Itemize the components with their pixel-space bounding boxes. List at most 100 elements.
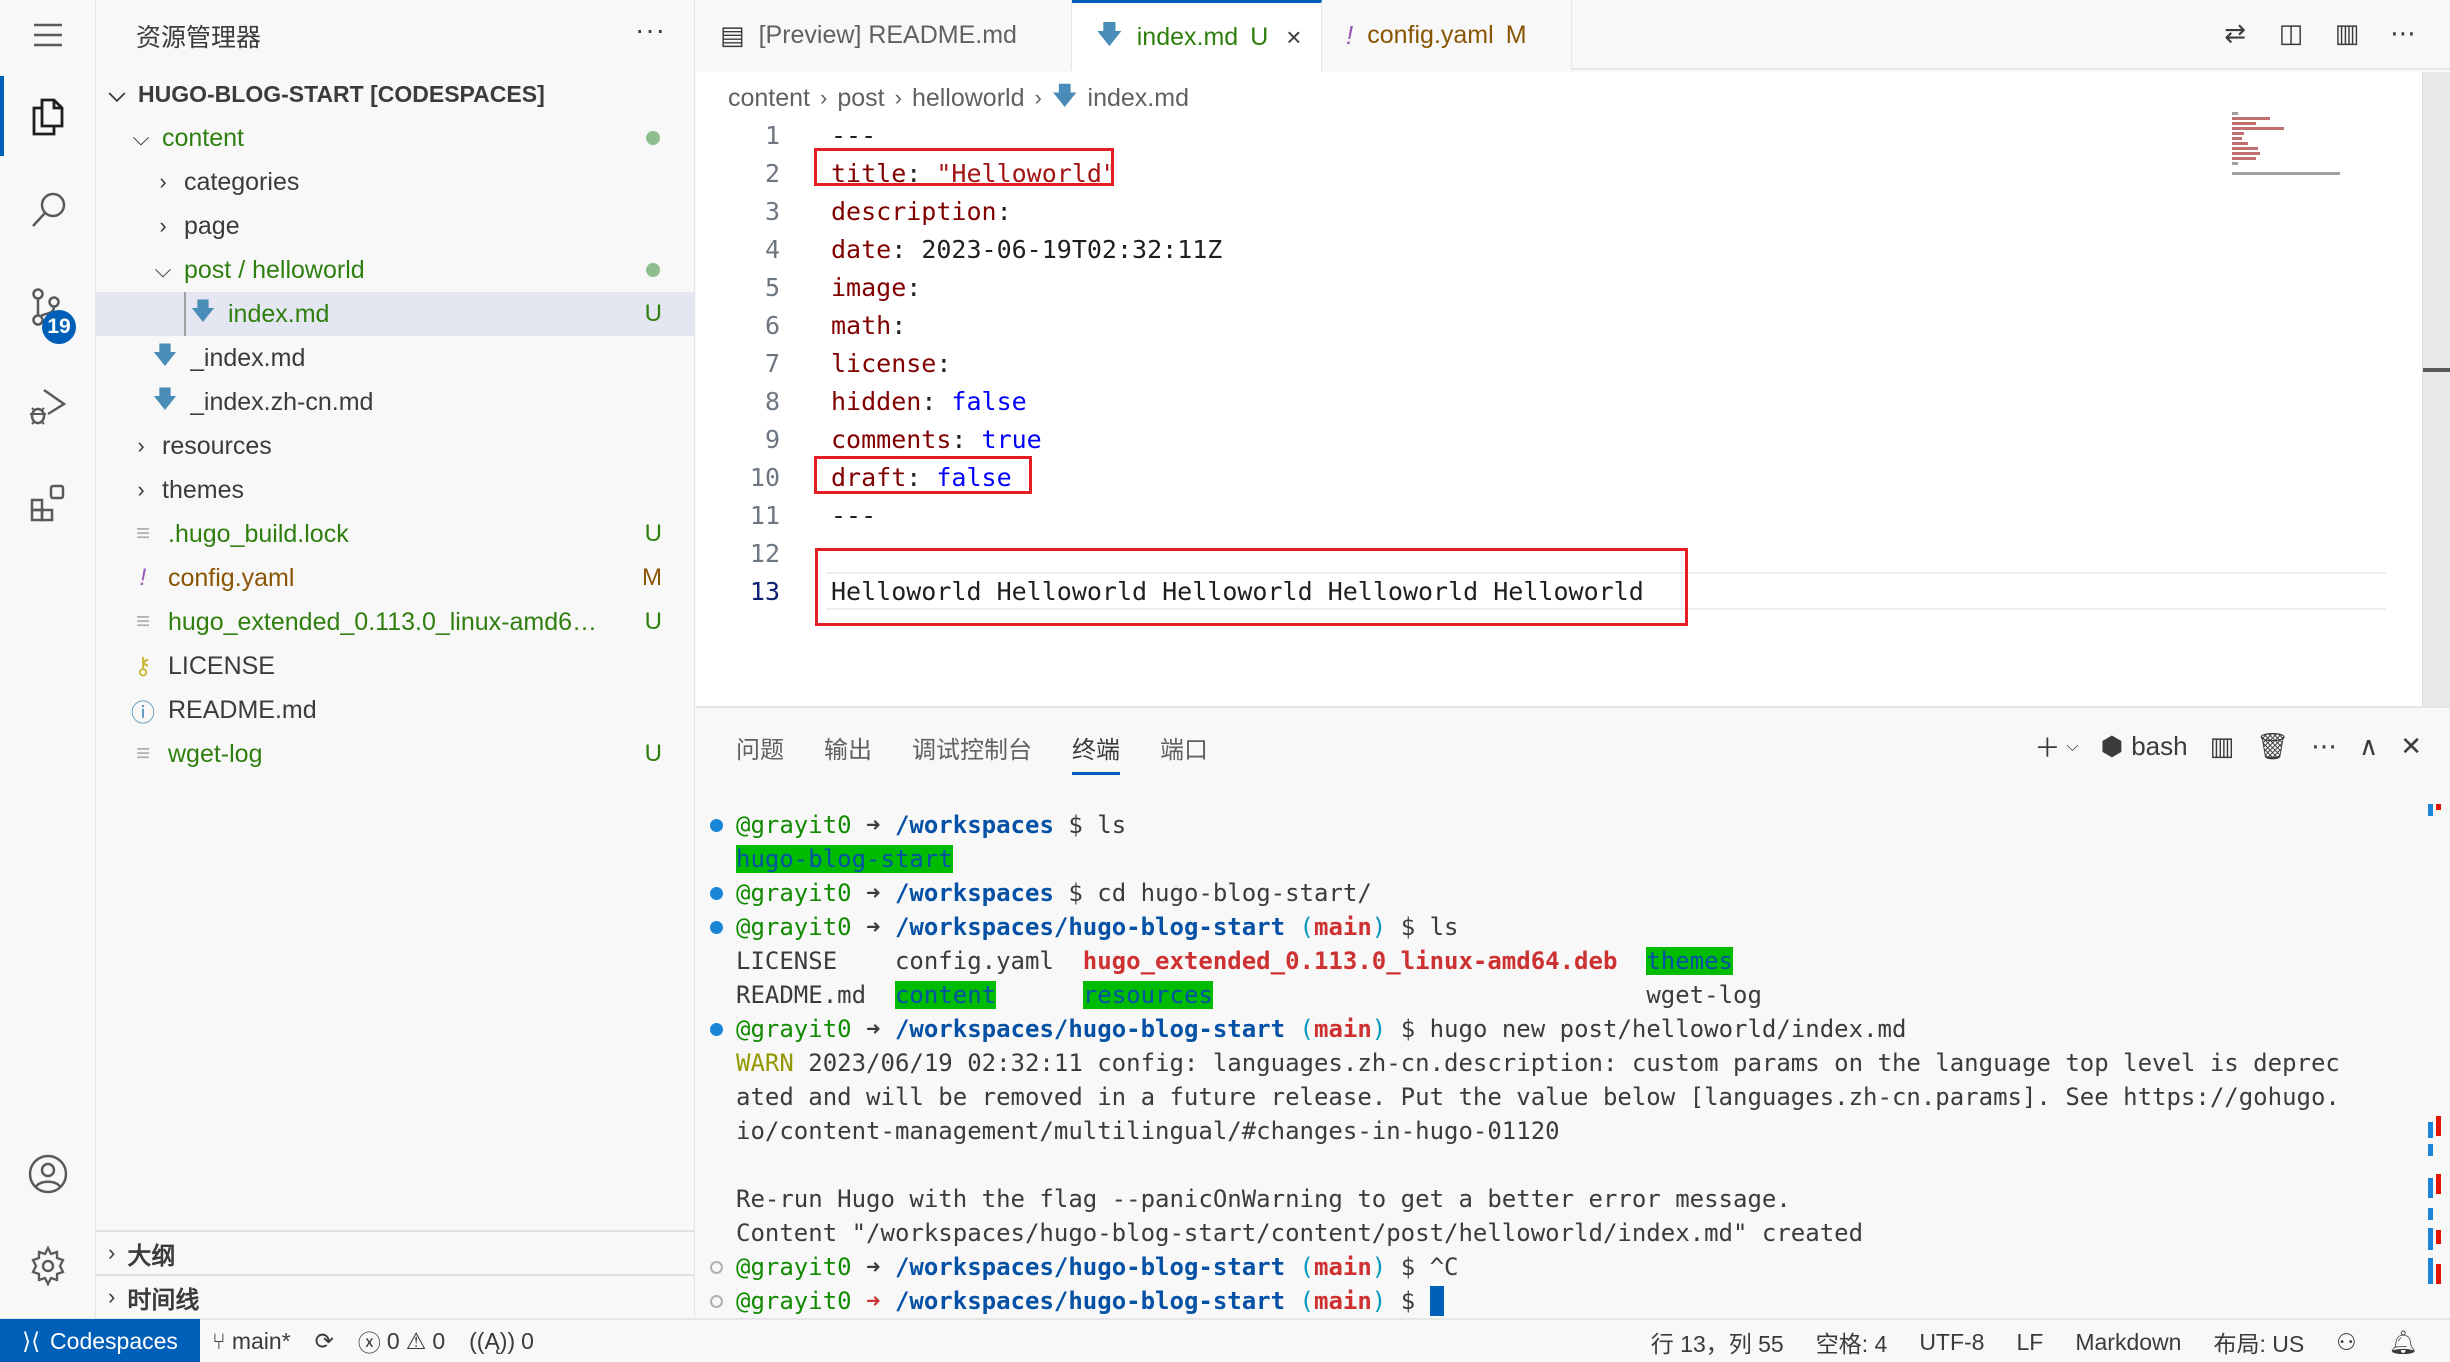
terminal-profile[interactable]: ⬢ bash — [2100, 731, 2187, 762]
terminal-text: hugo_extended_0.113.0_linux-amd64.deb — [1082, 947, 1618, 975]
more-actions-icon[interactable]: ⋯ — [2311, 731, 2337, 762]
more-actions-icon[interactable]: ··· — [635, 14, 666, 46]
timeline-section[interactable]: › 时间线 — [96, 1274, 694, 1318]
close-tab-icon[interactable]: × — [1286, 22, 1301, 53]
split-terminal-icon[interactable]: ▥ — [2210, 731, 2235, 762]
trash-icon[interactable]: 🗑 — [2256, 731, 2289, 762]
code-line[interactable]: 7 license: — [696, 344, 2226, 382]
maximize-panel-icon[interactable]: ∧ — [2359, 731, 2378, 762]
tree-item[interactable]: ! config.yaml M — [96, 556, 694, 600]
code-line[interactable]: 11 --- — [696, 496, 2226, 534]
tree-item[interactable]: ⌵ post / helloworld — [96, 248, 694, 292]
panel-tab[interactable]: 端口 — [1160, 730, 1208, 775]
problems-indicator[interactable]: ⓧ 0 ⚠ 0 — [346, 1324, 457, 1358]
panel-tab[interactable]: 问题 — [736, 730, 784, 775]
git-branch-icon: ⑂ — [212, 1327, 226, 1354]
code-line[interactable]: 9 comments: true — [696, 420, 2226, 458]
tree-item[interactable]: ≡ .hugo_build.lock U — [96, 512, 694, 556]
menu-button[interactable] — [0, 0, 96, 70]
terminal-text: README.md — [736, 981, 895, 1009]
editor-scrollbar[interactable] — [2422, 72, 2450, 706]
end-of-line[interactable]: LF — [2004, 1329, 2055, 1356]
workspace-root[interactable]: ⌵ HUGO-BLOG-START [CODESPACES] — [96, 72, 694, 116]
indentation[interactable]: 空格: 4 — [1804, 1325, 1900, 1359]
open-changes-icon[interactable]: ⇄ — [2218, 16, 2252, 50]
ports-indicator[interactable]: ((Ą)) 0 — [457, 1328, 546, 1355]
code-line[interactable]: 3 description: — [696, 192, 2226, 230]
command-decoration-icon[interactable] — [710, 1023, 723, 1036]
code-token: false — [951, 386, 1027, 416]
code-line[interactable]: 1 --- — [696, 116, 2226, 154]
tree-item[interactable]: › page — [96, 204, 694, 248]
code-line[interactable]: 10 draft: false — [696, 458, 2226, 496]
activity-manage[interactable] — [0, 1226, 96, 1306]
tab-readme-preview[interactable]: ▤ [Preview] README.md — [696, 0, 1072, 70]
tree-item[interactable]: ⚷ LICENSE — [96, 644, 694, 688]
code-editor[interactable]: content › post › helloworld › 🡇 index.md… — [696, 72, 2450, 706]
panel-tab[interactable]: 终端 — [1072, 730, 1120, 775]
activity-run-debug[interactable] — [0, 366, 96, 446]
tab-config-yaml[interactable]: ! config.yaml M — [1322, 0, 1572, 70]
tree-item[interactable]: › categories — [96, 160, 694, 204]
tree-item[interactable]: 🡇 _index.md — [96, 336, 694, 380]
command-decoration-icon[interactable] — [710, 819, 723, 832]
command-decoration-icon[interactable] — [710, 1261, 723, 1274]
minimap-line — [2232, 122, 2256, 125]
encoding[interactable]: UTF-8 — [1907, 1329, 1996, 1356]
tab-index-md[interactable]: 🡇 index.md U × — [1072, 0, 1322, 72]
activity-source-control[interactable]: 19 — [0, 268, 96, 348]
tree-item[interactable]: ⓘ README.md — [96, 688, 694, 732]
more-actions-icon[interactable]: ⋯ — [2386, 16, 2420, 50]
code-line[interactable]: 4 date: 2023-06-19T02:32:11Z — [696, 230, 2226, 268]
sync-button[interactable]: ⟳ — [303, 1328, 346, 1355]
terminal-text: WARN — [736, 1049, 794, 1077]
tree-item[interactable]: ≡ hugo_extended_0.113.0_linux-amd64.d... U — [96, 600, 694, 644]
outline-section[interactable]: › 大纲 — [96, 1230, 694, 1274]
breadcrumb-item[interactable]: content — [728, 84, 810, 113]
terminal-scrollbar[interactable] — [2426, 708, 2446, 1320]
tree-item[interactable]: 🡇 index.md U — [96, 292, 694, 336]
tree-item[interactable]: › resources — [96, 424, 694, 468]
panel-tab[interactable]: 调试控制台 — [912, 730, 1032, 775]
command-decoration-icon[interactable] — [710, 1295, 723, 1308]
branch-indicator[interactable]: ⑂ main* — [200, 1328, 303, 1355]
close-panel-icon[interactable]: ✕ — [2400, 731, 2422, 762]
split-editor-icon[interactable]: ▥ — [2330, 16, 2364, 50]
cursor-position[interactable]: 行 13，列 55 — [1639, 1325, 1796, 1359]
activity-extensions[interactable] — [0, 462, 96, 542]
feedback-button[interactable]: ⚇ — [2324, 1329, 2369, 1356]
tree-item[interactable]: 🡇 _index.zh-cn.md — [96, 380, 694, 424]
tree-item[interactable]: › themes — [96, 468, 694, 512]
breadcrumb-item[interactable]: index.md — [1088, 84, 1189, 113]
breadcrumb-item[interactable]: helloworld — [912, 84, 1025, 113]
command-decoration-icon[interactable] — [710, 887, 723, 900]
tree-item[interactable]: ≡ wget-log U — [96, 732, 694, 776]
minimap-line — [2232, 117, 2270, 120]
code-line[interactable]: 13 Helloworld Helloworld Helloworld Hello… — [696, 572, 2386, 610]
prompt-arrow-icon: ➜ — [851, 1287, 895, 1315]
breadcrumb-item[interactable]: post — [837, 84, 884, 113]
activity-search[interactable] — [0, 170, 96, 250]
remote-indicator[interactable]: ⟩⟨ Codespaces — [0, 1319, 200, 1362]
code-line[interactable]: 6 math: — [696, 306, 2226, 344]
terminal-text: Content "/workspaces/hugo-blog-start/con… — [736, 1219, 1864, 1247]
activity-explorer[interactable] — [0, 76, 96, 156]
code-line[interactable]: 12 — [696, 534, 2226, 572]
minimap-line — [2232, 147, 2258, 150]
keyboard-layout[interactable]: 布局: US — [2201, 1325, 2316, 1359]
panel-tab[interactable]: 输出 — [824, 730, 872, 775]
open-preview-icon[interactable]: ◫ — [2274, 16, 2308, 50]
code-line[interactable]: 8 hidden: false — [696, 382, 2226, 420]
indent-guide — [184, 292, 186, 336]
minimap[interactable] — [2232, 112, 2342, 232]
notifications-button[interactable]: 🔔︎ — [2377, 1329, 2430, 1356]
language-mode[interactable]: Markdown — [2063, 1329, 2193, 1356]
tree-item[interactable]: ⌵ content — [96, 116, 694, 160]
activity-accounts[interactable] — [0, 1134, 96, 1214]
code-line[interactable]: 5 image: — [696, 268, 2226, 306]
terminal[interactable]: @grayit0 ➜ /workspaces $ ls hugo-blog-sta… — [696, 808, 2416, 1318]
code-token: : — [906, 272, 922, 302]
code-line[interactable]: 2 title: "Helloworld" — [696, 154, 2226, 192]
command-decoration-icon[interactable] — [710, 921, 723, 934]
new-terminal-icon[interactable]: ＋ ⌵ — [2034, 728, 2078, 765]
